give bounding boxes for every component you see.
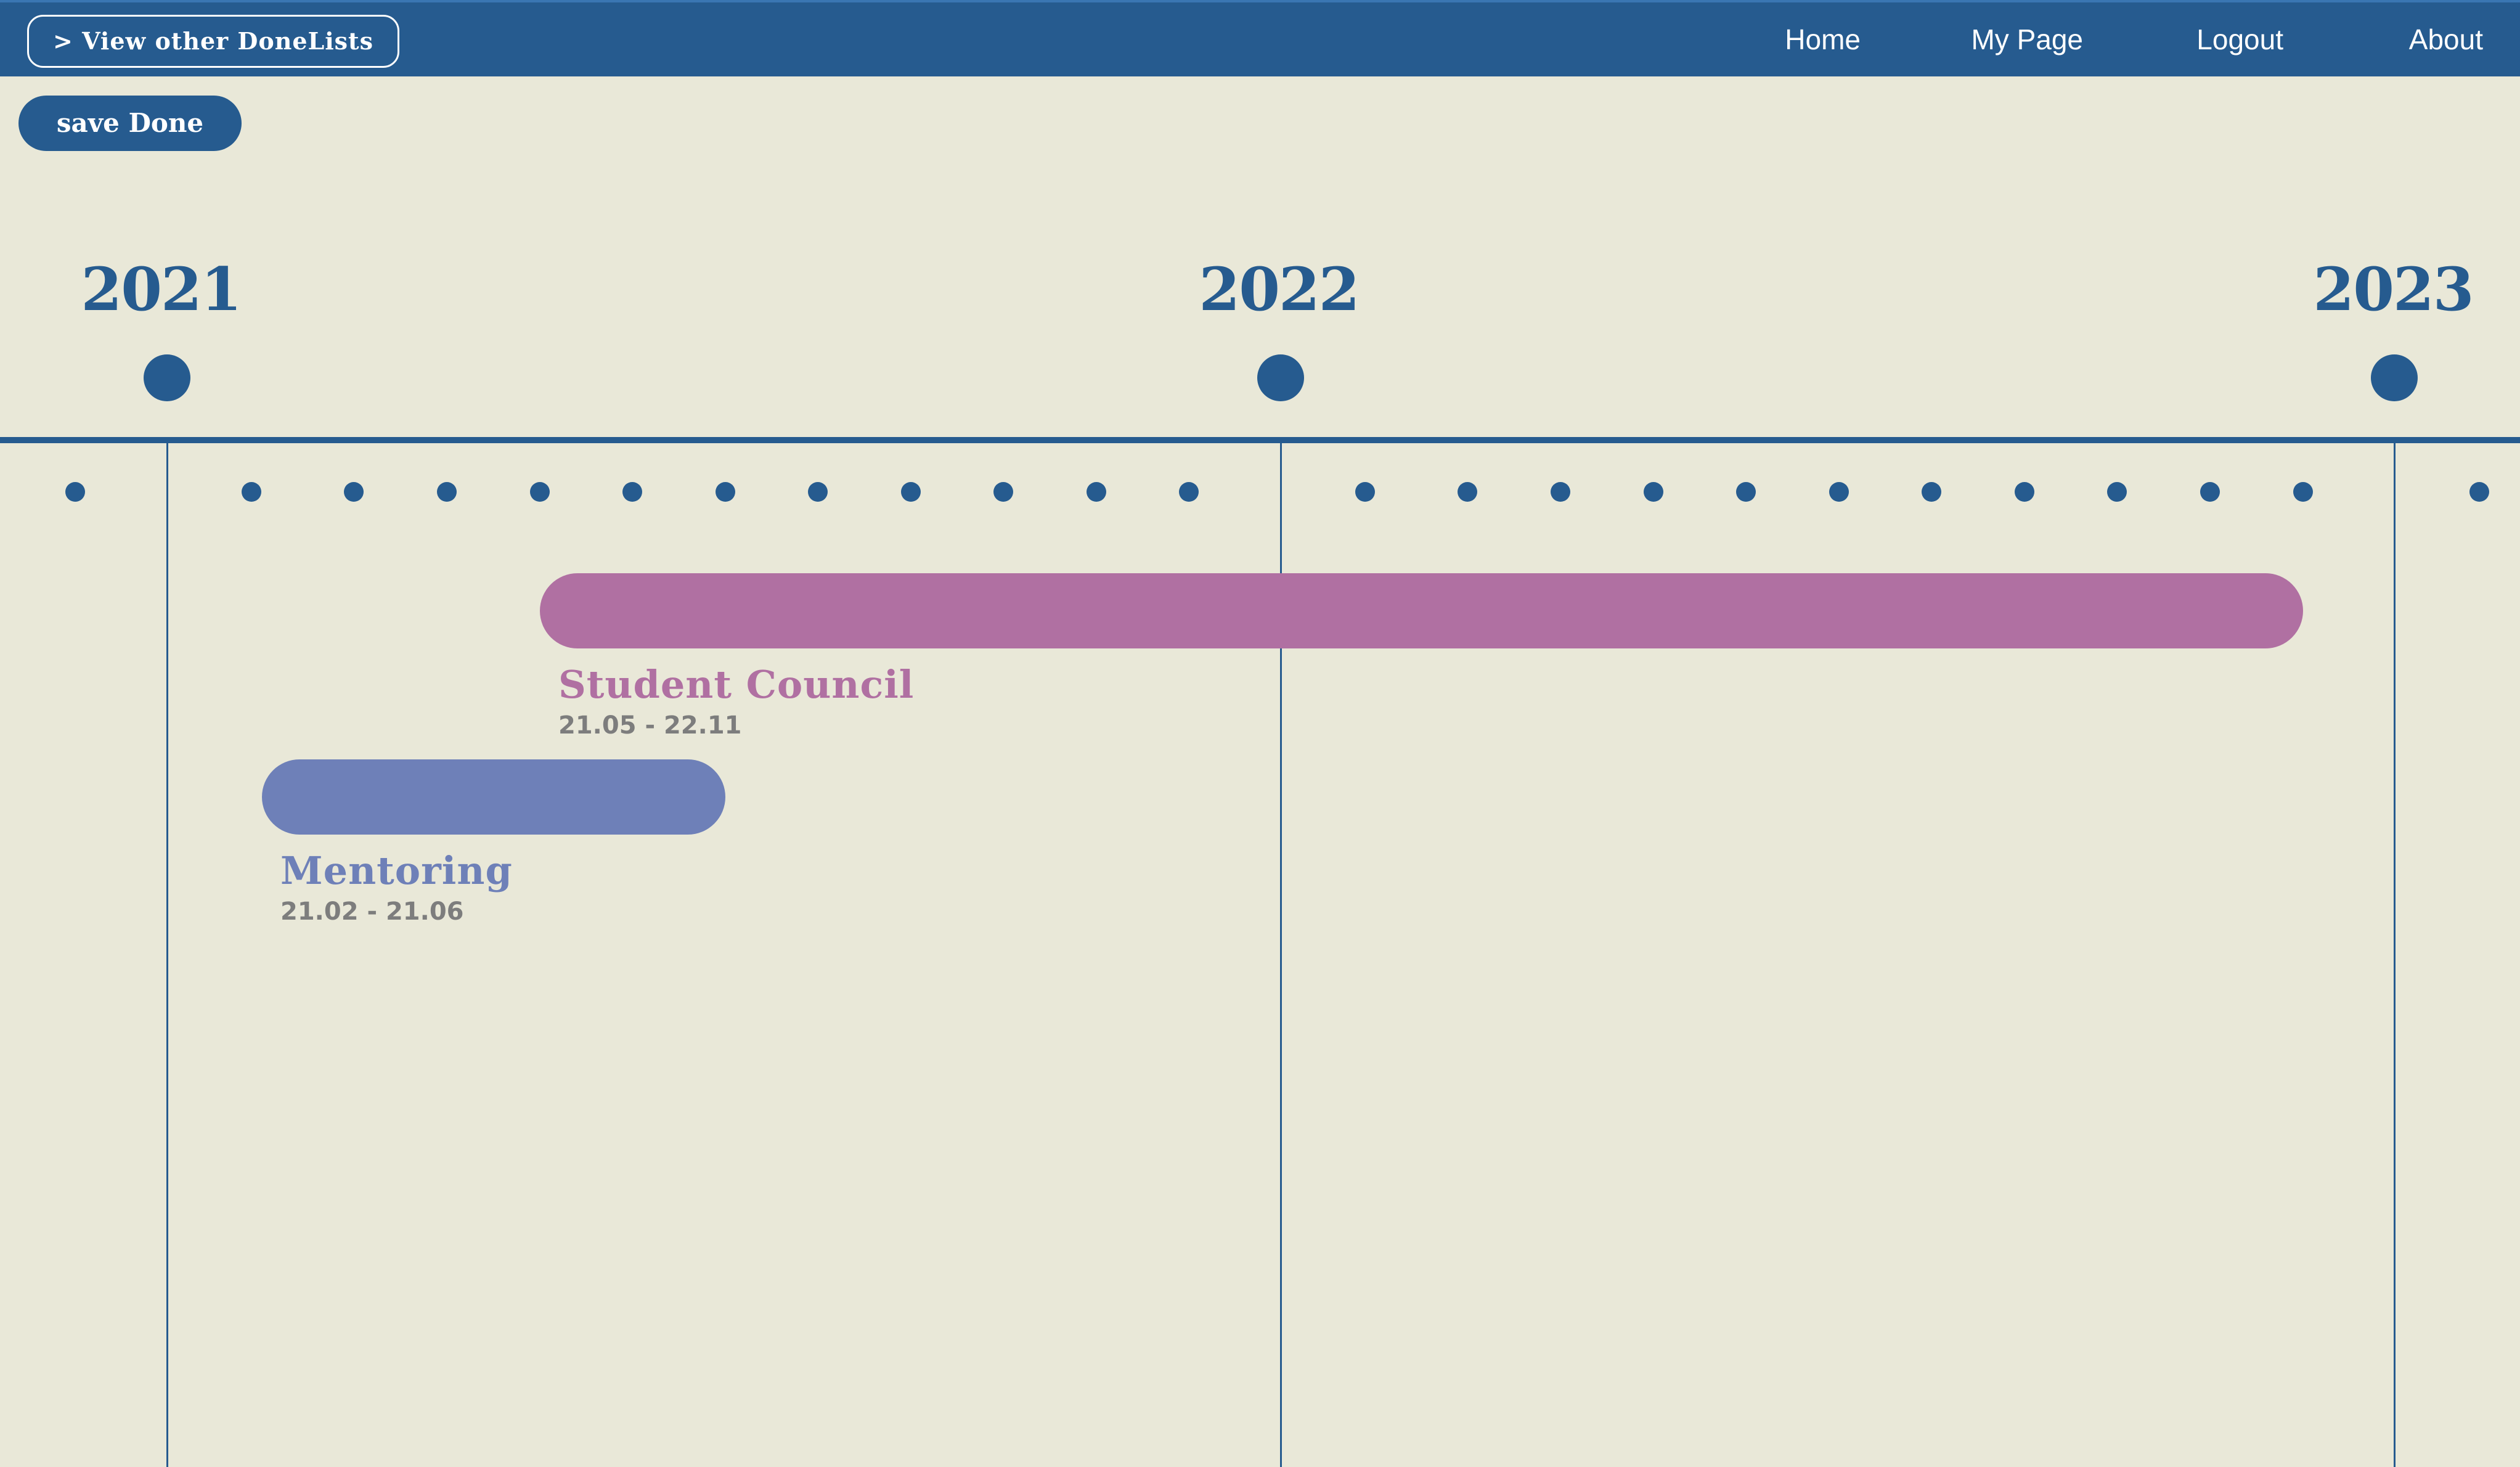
month-marker-dot bbox=[1551, 482, 1570, 502]
done-title: Student Council bbox=[558, 662, 915, 707]
done-title: Mentoring bbox=[280, 848, 513, 893]
month-marker-dot bbox=[2015, 482, 2034, 502]
page: > View other DoneLists Home My Page Logo… bbox=[0, 0, 2520, 1467]
nav-link-my-page[interactable]: My Page bbox=[1971, 21, 2083, 58]
save-done-button[interactable]: save Done bbox=[18, 96, 242, 151]
year-gridline bbox=[166, 443, 168, 1467]
month-marker-dot bbox=[1829, 482, 1849, 502]
month-marker-dot bbox=[437, 482, 457, 502]
month-marker-dot bbox=[530, 482, 550, 502]
month-marker-dot bbox=[1922, 482, 1941, 502]
month-marker-dot bbox=[808, 482, 828, 502]
year-label-2023: 2023 bbox=[2313, 255, 2474, 324]
nav-link-about[interactable]: About bbox=[2409, 21, 2483, 58]
month-marker-dot bbox=[65, 482, 85, 502]
year-marker-dot bbox=[144, 354, 190, 401]
top-navbar: > View other DoneLists Home My Page Logo… bbox=[0, 0, 2520, 76]
month-marker-dot bbox=[622, 482, 642, 502]
month-marker-dot bbox=[1087, 482, 1106, 502]
done-bar[interactable] bbox=[262, 759, 725, 835]
month-marker-dot bbox=[901, 482, 921, 502]
year-label-2022: 2022 bbox=[1199, 255, 1360, 324]
month-marker-dot bbox=[242, 482, 261, 502]
done-bar[interactable] bbox=[540, 573, 2303, 648]
month-marker-dot bbox=[716, 482, 735, 502]
year-gridline bbox=[2394, 443, 2396, 1467]
month-marker-dot bbox=[1179, 482, 1199, 502]
month-marker-dot bbox=[1458, 482, 1477, 502]
month-marker-dot bbox=[2293, 482, 2313, 502]
year-label-2021: 2021 bbox=[81, 255, 242, 324]
month-marker-dot bbox=[1644, 482, 1663, 502]
year-marker-dot bbox=[2371, 354, 2418, 401]
year-marker-dot bbox=[1257, 354, 1304, 401]
done-date-range: 21.05 - 22.11 bbox=[558, 711, 742, 740]
nav-link-logout[interactable]: Logout bbox=[2196, 21, 2283, 58]
done-date-range: 21.02 - 21.06 bbox=[280, 897, 464, 926]
month-marker-dot bbox=[1736, 482, 1756, 502]
timeline-axis bbox=[0, 437, 2520, 443]
month-marker-dot bbox=[2107, 482, 2127, 502]
month-marker-dot bbox=[1355, 482, 1375, 502]
month-marker-dot bbox=[2469, 482, 2489, 502]
nav-link-home[interactable]: Home bbox=[1785, 21, 1861, 58]
month-marker-dot bbox=[993, 482, 1013, 502]
month-marker-dot bbox=[344, 482, 364, 502]
month-marker-dot bbox=[2200, 482, 2220, 502]
view-other-donelists-button[interactable]: > View other DoneLists bbox=[27, 15, 399, 68]
